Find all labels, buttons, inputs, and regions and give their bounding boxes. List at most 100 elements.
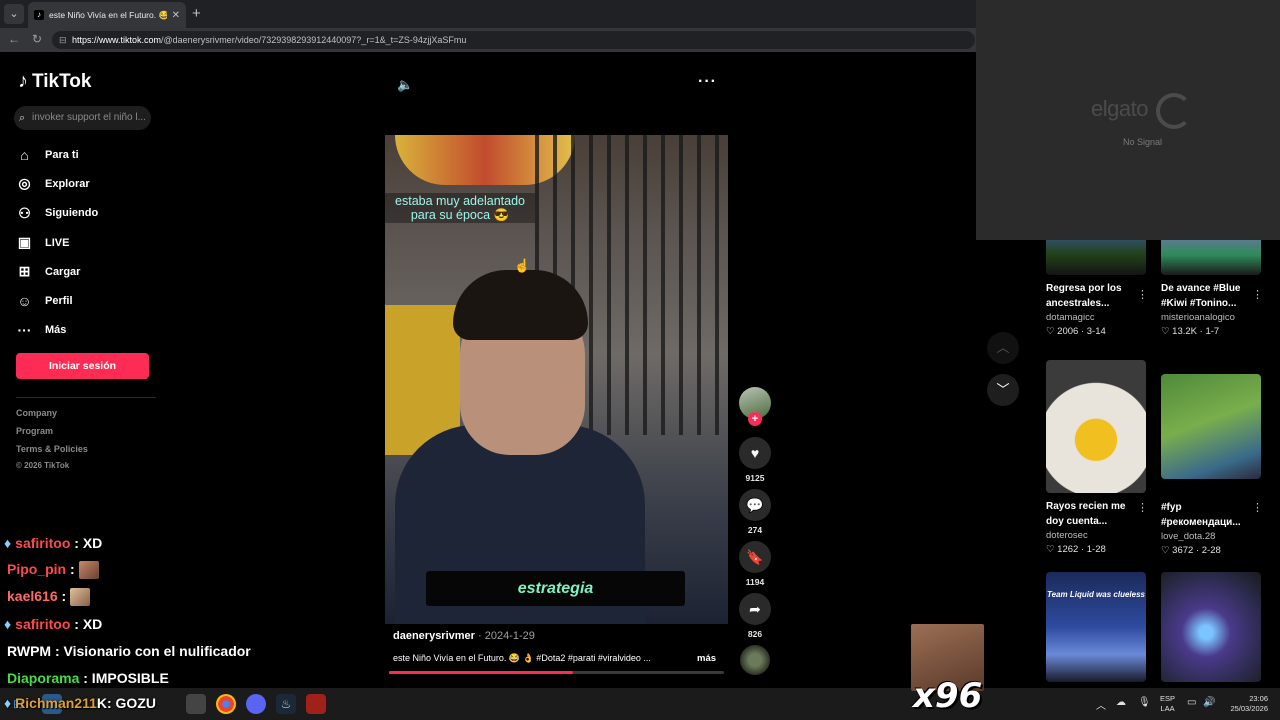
save-button[interactable]: 🔖 — [739, 541, 771, 573]
card-stats: ♡ 13.2K · 1-7 — [1161, 326, 1269, 337]
share-icon: ➦ — [749, 601, 761, 617]
card-menu-icon[interactable]: ⋮ — [1137, 501, 1148, 514]
card-menu-icon[interactable]: ⋮ — [1252, 501, 1263, 514]
stats-separator: · — [1078, 544, 1087, 555]
sidebar-item-label: Siguiendo — [45, 207, 99, 220]
card-stats: ♡ 1262 · 1-28 — [1046, 544, 1154, 555]
card-date: 3-14 — [1086, 326, 1106, 337]
card-stats: ♡ 2006 · 3-14 — [1046, 326, 1154, 337]
video-more-link[interactable]: más — [697, 653, 716, 664]
card-author[interactable]: dotamagicc — [1046, 312, 1154, 323]
more-icon: ··· — [17, 322, 32, 339]
taskbar-app-icon[interactable] — [186, 694, 206, 714]
next-video-button[interactable]: ﹀ — [987, 374, 1019, 406]
tray-chevron-icon[interactable]: ︿ — [1096, 697, 1106, 712]
card-stats: ♡ 3672 · 2-28 — [1161, 545, 1269, 556]
tiktok-note-icon: ♪ — [18, 70, 28, 92]
sidebar-item-live[interactable]: ▣ LIVE — [16, 228, 166, 257]
tray-app-icon[interactable]: ☁ — [1116, 697, 1126, 708]
home-icon: ⌂ — [20, 146, 29, 163]
recommended-video-card[interactable] — [1161, 572, 1269, 682]
sidebar-item-mas[interactable]: ··· Más — [16, 316, 166, 345]
language-code: ESP — [1160, 694, 1176, 703]
video-thumbnail: Team Liquid was clueless — [1046, 572, 1146, 682]
heart-outline-icon: ♡ — [1046, 326, 1058, 337]
heart-outline-icon: ♡ — [1161, 326, 1173, 337]
chat-message: ♦ Richman211K: GOZU — [4, 695, 156, 711]
video-progress-fill — [389, 671, 574, 674]
tiktok-logo[interactable]: ♪ TikTok — [18, 70, 91, 93]
dota-icon[interactable] — [306, 694, 326, 714]
back-icon[interactable]: ← — [8, 32, 20, 46]
chat-message: RWPM : Visionario con el nulificador — [7, 643, 251, 659]
footer-company-link[interactable]: Company — [16, 408, 57, 418]
card-title: #fyp #рекомендаци... — [1161, 502, 1241, 528]
sidebar-item-explorar[interactable]: ◎ Explorar — [16, 169, 166, 198]
new-tab-icon[interactable]: + — [192, 5, 201, 22]
card-date: 1-7 — [1205, 326, 1220, 337]
footer-terms-link[interactable]: Terms & Policies — [16, 444, 88, 454]
comment-count: 274 — [747, 525, 763, 535]
language-indicator[interactable]: ESP LAA — [1160, 694, 1175, 714]
reload-icon[interactable]: ↻ — [32, 32, 42, 46]
video-caption-top: estaba muy adelantado para su época 😎 — [385, 193, 535, 223]
sidebar-item-siguiendo[interactable]: ⚇ Siguiendo — [16, 199, 166, 228]
site-info-icon[interactable]: ⊟ — [59, 31, 67, 49]
chat-username: Diaporama — [7, 670, 80, 686]
video-caption-bottom: estrategia — [426, 571, 685, 606]
recommended-video-card[interactable]: ⋮ Rayos recien me doy cuenta... doterose… — [1046, 360, 1154, 555]
recommended-video-card[interactable]: ⋮ #fyp #рекомендаци... love_dota.28 ♡ 36… — [1161, 374, 1269, 556]
chat-text: : XD — [74, 535, 103, 551]
elgato-logo-icon — [1156, 93, 1192, 129]
url-path: /@daenerysrivmer/video/73293982939124400… — [161, 35, 467, 45]
chat-message: Diaporama : IMPOSIBLE — [7, 670, 169, 686]
volume-icon[interactable]: 🔈 — [397, 77, 413, 93]
sidebar-item-perfil[interactable]: ☺ Perfil — [16, 286, 166, 315]
share-button[interactable]: ➦ — [739, 593, 771, 625]
discord-icon[interactable] — [246, 694, 266, 714]
previous-video-button[interactable]: ︿ — [987, 332, 1019, 364]
comment-button[interactable]: 💬 — [739, 489, 771, 521]
chrome-icon[interactable] — [216, 694, 236, 714]
footer-program-link[interactable]: Program — [16, 426, 53, 436]
speaker-icon[interactable]: 🔊 — [1203, 697, 1215, 708]
card-author[interactable]: misterioanalogico — [1161, 312, 1269, 323]
stats-separator: · — [1193, 545, 1202, 556]
taskbar-clock[interactable]: 23:06 25/03/2026 — [1222, 694, 1268, 714]
close-tab-icon[interactable]: ✕ — [172, 10, 180, 21]
microphone-icon[interactable]: 🎙 — [1138, 697, 1151, 708]
card-author[interactable]: love_dota.28 — [1161, 531, 1269, 542]
emote-multiplier: x96 — [913, 676, 983, 716]
card-likes: 3672 — [1172, 545, 1194, 556]
card-likes: 2006 — [1057, 326, 1079, 337]
sidebar-item-cargar[interactable]: ⊞ Cargar — [16, 257, 166, 286]
chat-text: : Visionario con el nulificador — [54, 643, 251, 659]
url-input[interactable]: ⊟ https://www.tiktok.com/@daenerysrivmer/… — [52, 31, 975, 49]
like-button[interactable]: ♥ — [739, 437, 771, 469]
sidebar-item-para-ti[interactable]: ⌂ Para ti — [16, 140, 166, 169]
following-icon: ⚇ — [18, 204, 31, 221]
recommended-video-card[interactable]: Team Liquid was clueless — [1046, 572, 1154, 682]
tab-list-button[interactable]: ⌄ — [4, 4, 24, 24]
search-input[interactable]: ⌕ invoker support el niño l... — [14, 106, 151, 130]
card-author[interactable]: doterosec — [1046, 530, 1154, 541]
music-disc-icon[interactable] — [740, 645, 770, 675]
login-button[interactable]: Iniciar sesión — [16, 353, 149, 379]
video-progress-bar[interactable] — [389, 671, 724, 674]
mouse-cursor-icon: ☝ — [514, 258, 531, 273]
chat-username: kael616 — [7, 588, 58, 604]
card-menu-icon[interactable]: ⋮ — [1252, 288, 1263, 301]
profile-icon: ☺ — [17, 293, 32, 310]
browser-tab[interactable]: ♪ este Niño Vivía en el Futuro. 😂 👌 ✕ — [28, 2, 186, 28]
network-icon[interactable]: ▭ — [1187, 697, 1196, 708]
more-options-icon[interactable]: ··· — [698, 73, 717, 91]
follow-plus-icon[interactable]: + — [748, 412, 762, 426]
card-menu-icon[interactable]: ⋮ — [1137, 288, 1148, 301]
emote-icon — [78, 561, 99, 580]
badge-icon: ♦ — [4, 535, 12, 551]
card-title: Regresa por los ancestrales... — [1046, 283, 1122, 309]
video-author-name[interactable]: daenerysrivmer — [393, 630, 475, 642]
logo-text: TikTok — [32, 70, 92, 92]
steam-icon[interactable]: ♨ — [276, 694, 296, 714]
elgato-logo: elgato — [1091, 96, 1148, 121]
